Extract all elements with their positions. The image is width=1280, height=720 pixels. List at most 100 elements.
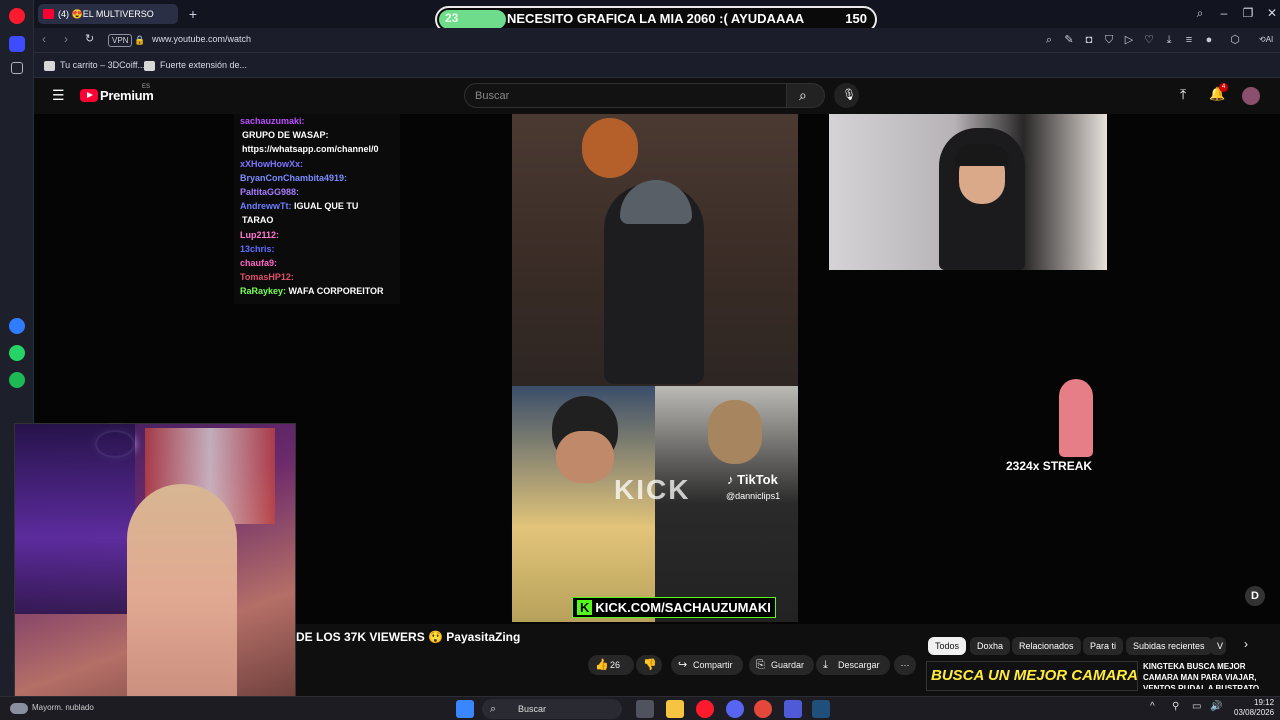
vpn-badge[interactable]: VPN	[108, 34, 133, 47]
youtube-logo-icon[interactable]	[80, 89, 98, 102]
spotify-icon[interactable]	[9, 372, 25, 388]
discord-icon[interactable]	[726, 700, 744, 718]
chat-username: RaRaykey:	[240, 286, 287, 297]
face-image	[556, 431, 614, 483]
lion-logo-image	[582, 118, 638, 178]
chat-username: chaufa9:	[240, 258, 278, 269]
chrome-icon[interactable]	[754, 700, 772, 718]
chat-username: AndrewwTt:	[240, 201, 292, 212]
goal-target: 150	[845, 11, 867, 26]
opera-taskbar-icon[interactable]	[696, 700, 714, 718]
monitor-icon[interactable]: ▭	[1192, 701, 1201, 712]
channel-watermark-icon[interactable]: D	[1245, 586, 1265, 606]
save-button[interactable]: ⎘ Guardar	[749, 655, 815, 675]
download-icon[interactable]: ⤓	[1162, 33, 1176, 47]
search-icon: ⌕	[799, 87, 807, 103]
mic-button[interactable]: 🎙	[834, 83, 859, 108]
chat-message: chaufa9:	[234, 256, 400, 270]
edit-icon[interactable]: ✎	[1062, 33, 1076, 47]
forward-button[interactable]: ›	[64, 32, 68, 46]
chip-para-ti[interactable]: Para ti	[1083, 637, 1124, 655]
opera-logo-icon[interactable]	[9, 8, 25, 24]
kick-logo-icon: K	[577, 600, 593, 615]
ai-button[interactable]: ⟲AI	[1256, 34, 1276, 45]
like-button[interactable]: 👍 26	[588, 655, 634, 675]
related-video-title[interactable]: KINGTEKA BUSCA MEJOR CAMARA MAN PARA VIA…	[1143, 661, 1263, 689]
minimize-button[interactable]: –	[1214, 4, 1234, 22]
steam-icon[interactable]	[812, 700, 830, 718]
save-label: Guardar	[771, 660, 805, 670]
location-icon[interactable]: ⚲	[1172, 701, 1179, 712]
chevron-right-icon[interactable]: ›	[1244, 637, 1248, 651]
chat-text: GRUPO DE WASAP:	[242, 130, 329, 141]
shield-icon[interactable]: ⛉	[1102, 33, 1116, 47]
url-text[interactable]: www.youtube.com/watch	[152, 34, 251, 44]
camera-icon[interactable]: ◘	[1082, 33, 1096, 47]
bookmark-icon: ⎘	[756, 659, 765, 671]
tray-chevron-icon[interactable]: ^	[1150, 701, 1155, 712]
download-button[interactable]: ⤓ Descargar	[816, 655, 890, 675]
profile-icon[interactable]: ●	[1202, 33, 1216, 47]
chip-relacionados[interactable]: Relacionados	[1012, 637, 1081, 655]
share-icon: ↪	[678, 659, 688, 671]
chat-message: TARAO	[234, 213, 400, 227]
chip-more[interactable]: V	[1210, 637, 1226, 655]
close-window-button[interactable]: ✕	[1262, 4, 1280, 22]
premium-logo-text[interactable]: Premium	[100, 88, 154, 103]
star-icon[interactable]	[11, 62, 23, 74]
tab-youtube[interactable]: (4) 😍EL MULTIVERSO	[38, 4, 178, 24]
back-button[interactable]: ‹	[42, 32, 46, 46]
search-tabs-icon[interactable]: ⌕	[1190, 4, 1210, 22]
lock-icon: 🔒	[134, 35, 146, 45]
taskbar-search[interactable]: ⌕ Buscar	[482, 699, 622, 719]
bookmark-item[interactable]: Tu carrito – 3DCoiff...	[44, 58, 145, 73]
chat-username: PaltitaGG988:	[240, 187, 300, 198]
whatsapp-icon[interactable]	[9, 345, 25, 361]
weather-text[interactable]: Mayorm. nublado	[32, 703, 94, 712]
search-button[interactable]: ⌕	[787, 83, 825, 108]
notification-badge: 4	[1219, 83, 1228, 92]
avatar[interactable]	[1242, 87, 1260, 105]
chat-text: IGUAL QUE TU	[294, 201, 359, 212]
facecam-overlay	[14, 423, 296, 709]
upload-icon[interactable]: ⤒	[1180, 86, 1186, 103]
home-icon[interactable]	[9, 36, 25, 52]
reload-icon[interactable]: ↻	[85, 32, 94, 45]
hamburger-menu-icon[interactable]: ☰	[52, 87, 65, 104]
chip-todos[interactable]: Todos	[928, 637, 967, 655]
chat-message: AndrewwTt: IGUAL QUE TU	[234, 199, 400, 213]
play-icon[interactable]: ▷	[1122, 33, 1136, 47]
search-input[interactable]: Buscar	[464, 83, 787, 108]
volume-icon[interactable]: 🔊	[1210, 701, 1222, 712]
dislike-button[interactable]: 👎	[636, 655, 662, 675]
chip-doxha[interactable]: Doxha	[970, 637, 1011, 655]
chip-subidas-recientes[interactable]: Subidas recientes	[1126, 637, 1212, 655]
related-video-thumbnail[interactable]: BUSCA UN MEJOR CAMARA MAN	[926, 661, 1138, 691]
windows-start-icon[interactable]	[456, 700, 474, 718]
chat-text: https://whatsapp.com/channel/0	[242, 144, 379, 155]
messenger-icon[interactable]	[9, 318, 25, 334]
search-icon[interactable]: ⌕	[1042, 33, 1056, 47]
new-tab-button[interactable]: +	[184, 5, 202, 23]
share-button[interactable]: ↪ Compartir	[671, 655, 743, 675]
chat-username: sachauzumaki:	[240, 116, 305, 126]
heart-icon[interactable]: ♡	[1142, 33, 1156, 47]
face-right-image	[708, 400, 762, 464]
chat-message: 13chris:	[234, 242, 400, 256]
like-count: 26	[610, 660, 621, 670]
app-icon[interactable]	[784, 700, 802, 718]
extensions-icon[interactable]: ⬡	[1228, 33, 1242, 47]
thumbs-up-icon: 👍	[595, 659, 609, 671]
maximize-button[interactable]: ❐	[1238, 4, 1258, 22]
clock[interactable]: 19:12 03/08/2026	[1234, 698, 1274, 718]
chat-username: Lup2112:	[240, 229, 280, 240]
file-explorer-icon[interactable]	[666, 700, 684, 718]
chat-message: xXHowHowXx:	[234, 157, 400, 171]
more-options-button[interactable]: ⋯	[894, 655, 916, 675]
bookmark-item[interactable]: Fuerte extensión de...	[144, 58, 247, 73]
task-view-icon[interactable]	[636, 700, 654, 718]
kick-url-banner: K KICK.COM/SACHAUZUMAKI	[572, 597, 776, 618]
streamer-image	[127, 484, 237, 709]
menu-icon[interactable]: ≡	[1182, 33, 1196, 47]
chat-text: TARAO	[242, 215, 274, 226]
